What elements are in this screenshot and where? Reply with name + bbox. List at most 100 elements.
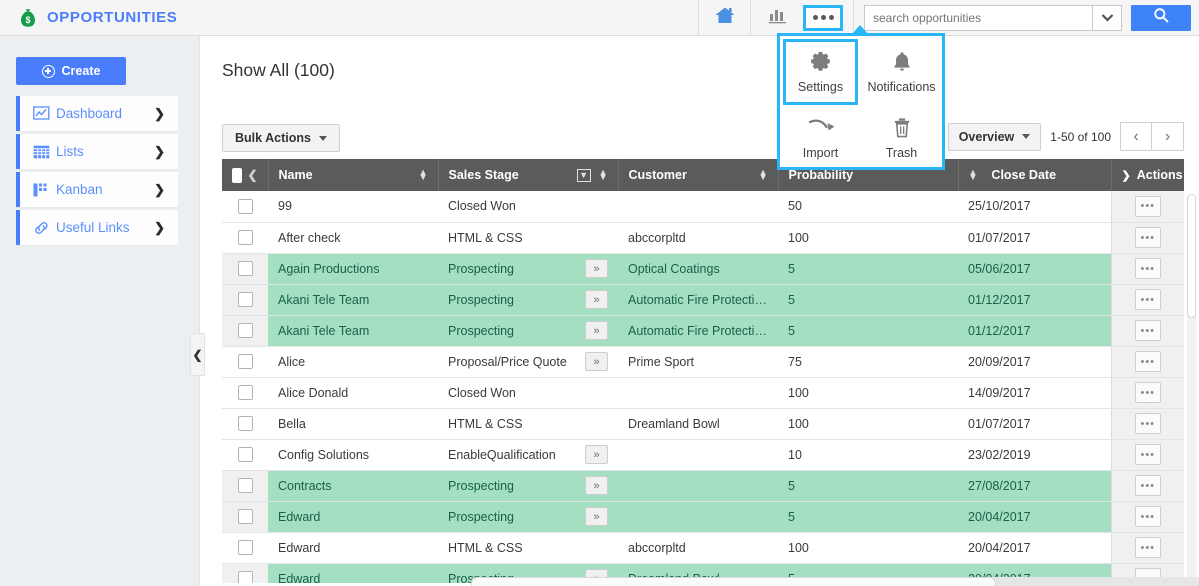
table-row[interactable]: Bella HTML & CSS Dreamland Bowl 100 01/07/20… [222, 408, 1184, 440]
more-menu-button[interactable] [803, 4, 843, 31]
cell-actions[interactable]: ••• [1110, 377, 1184, 409]
cell-customer[interactable]: abccorpltd [618, 222, 778, 254]
cell-customer[interactable] [618, 501, 778, 533]
row-action-ellipsis-icon[interactable]: ••• [1134, 382, 1161, 403]
filter-icon[interactable]: ▼ [576, 168, 591, 182]
sort-arrows-icon[interactable]: ▲ ▼ [969, 168, 978, 182]
sidebar-item-kanban[interactable]: Kanban ❯ [16, 172, 178, 208]
menu-item-import[interactable]: Import [780, 108, 861, 168]
row-select-cell[interactable] [222, 377, 268, 409]
cell-actions[interactable]: ••• [1110, 439, 1184, 471]
table-row[interactable]: Edward HTML & CSS abccorpltd 100 20/04/2017 •… [222, 532, 1184, 564]
search-input[interactable] [864, 4, 1092, 31]
row-checkbox[interactable] [237, 478, 253, 494]
row-checkbox[interactable] [237, 385, 253, 401]
table-row[interactable]: Edward Prospecting » 5 20/04/2017 ••• [222, 501, 1184, 533]
horizontal-scrollbar[interactable] [471, 577, 1199, 586]
cell-name[interactable]: 99 [268, 191, 438, 223]
cell-actions[interactable]: ••• [1110, 222, 1184, 254]
cell-name[interactable]: Akani Tele Team [268, 284, 438, 316]
cell-customer[interactable]: abccorpltd [618, 532, 778, 564]
cell-actions[interactable]: ••• [1110, 408, 1184, 440]
cell-customer[interactable] [618, 470, 778, 502]
row-checkbox[interactable] [237, 323, 253, 339]
cell-name[interactable]: Edward [268, 501, 438, 533]
row-action-ellipsis-icon[interactable]: ••• [1134, 351, 1161, 372]
sort-arrows-icon[interactable]: ▲ ▼ [759, 168, 768, 182]
cell-customer[interactable] [618, 191, 778, 223]
cell-customer[interactable] [618, 377, 778, 409]
row-select-cell[interactable] [222, 563, 268, 583]
sort-arrows-icon[interactable]: ▲ ▼ [419, 168, 428, 182]
row-select-cell[interactable] [222, 191, 268, 223]
next-page-button[interactable]: › [1152, 122, 1184, 151]
row-select-cell[interactable] [222, 501, 268, 533]
cell-customer[interactable]: Prime Sport [618, 346, 778, 378]
vertical-scrollbar-thumb[interactable] [1187, 194, 1196, 318]
select-all-header[interactable]: ❮ [222, 159, 269, 191]
sidebar-item-lists[interactable]: Lists ❯ [16, 134, 178, 170]
cell-actions[interactable]: ••• [1110, 532, 1184, 564]
prev-page-button[interactable]: ‹ [1120, 122, 1152, 151]
column-header-close-date[interactable]: ▲ ▼ Close Date [958, 159, 1112, 191]
cell-name[interactable]: Again Productions [268, 253, 438, 285]
row-select-cell[interactable] [222, 408, 268, 440]
row-checkbox[interactable] [237, 540, 253, 556]
cell-name[interactable]: Edward [268, 532, 438, 564]
double-chevron-right-icon[interactable]: » [585, 445, 608, 464]
home-button[interactable] [698, 0, 750, 36]
select-all-checkbox[interactable] [232, 167, 243, 183]
row-checkbox[interactable] [237, 292, 253, 308]
row-checkbox[interactable] [237, 416, 253, 432]
column-header-customer[interactable]: Customer ▲ ▼ [618, 159, 779, 191]
cell-name[interactable]: Config Solutions [268, 439, 438, 471]
records-table-container[interactable]: ❮ Name ▲ ▼ Sales Stage ▼ ▲ ▼ Customer ▲ … [222, 159, 1184, 583]
cell-actions[interactable]: ••• [1110, 253, 1184, 285]
row-checkbox[interactable] [237, 230, 253, 246]
row-select-cell[interactable] [222, 532, 268, 564]
menu-item-notifications[interactable]: Notifications [861, 36, 942, 108]
row-checkbox[interactable] [237, 509, 253, 525]
row-checkbox[interactable] [237, 198, 253, 214]
row-select-cell[interactable] [222, 346, 268, 378]
double-chevron-right-icon[interactable]: » [585, 321, 608, 340]
cell-customer[interactable]: Dreamland Bowl [618, 408, 778, 440]
row-checkbox[interactable] [237, 571, 253, 583]
menu-item-trash[interactable]: Trash [861, 108, 942, 168]
table-row[interactable]: Alice Donald Closed Won 100 14/09/2017 ••• [222, 377, 1184, 409]
row-select-cell[interactable] [222, 470, 268, 502]
sidebar-item-useful-links[interactable]: Useful Links ❯ [16, 210, 178, 246]
row-action-ellipsis-icon[interactable]: ••• [1134, 444, 1161, 465]
sidebar-item-dashboard[interactable]: Dashboard ❯ [16, 96, 178, 132]
cell-customer[interactable] [618, 439, 778, 471]
bar-chart-button[interactable] [761, 6, 795, 30]
horizontal-scrollbar-thumb[interactable] [471, 577, 996, 586]
row-action-ellipsis-icon[interactable]: ••• [1134, 320, 1161, 341]
cell-actions[interactable]: ••• [1110, 191, 1184, 223]
row-action-ellipsis-icon[interactable]: ••• [1134, 413, 1161, 434]
chevron-left-icon[interactable]: ❮ [247, 168, 257, 182]
column-header-actions[interactable]: ❯ Actions [1111, 159, 1184, 191]
row-checkbox[interactable] [237, 354, 253, 370]
row-action-ellipsis-icon[interactable]: ••• [1134, 506, 1161, 527]
cell-name[interactable]: After check [268, 222, 438, 254]
cell-name[interactable]: Edward [268, 563, 438, 583]
row-select-cell[interactable] [222, 222, 268, 254]
table-row[interactable]: Again Productions Prospecting » Optical Coa… [222, 253, 1184, 285]
cell-actions[interactable]: ••• [1110, 346, 1184, 378]
table-row[interactable]: Config Solutions EnableQualification » 10 23… [222, 439, 1184, 471]
bulk-actions-button[interactable]: Bulk Actions [222, 124, 340, 152]
double-chevron-right-icon[interactable]: » [585, 290, 608, 309]
row-action-ellipsis-icon[interactable]: ••• [1134, 227, 1161, 248]
cell-name[interactable]: Alice [268, 346, 438, 378]
row-select-cell[interactable] [222, 439, 268, 471]
table-row[interactable]: Contracts Prospecting » 5 27/08/2017 ••• [222, 470, 1184, 502]
sort-arrows-icon[interactable]: ▲ ▼ [599, 168, 608, 182]
double-chevron-right-icon[interactable]: » [585, 476, 608, 495]
row-action-ellipsis-icon[interactable]: ••• [1134, 258, 1161, 279]
menu-item-settings[interactable]: Settings [783, 39, 858, 105]
search-scope-dropdown[interactable] [1092, 4, 1122, 31]
column-header-name[interactable]: Name ▲ ▼ [268, 159, 439, 191]
row-action-ellipsis-icon[interactable]: ••• [1134, 537, 1161, 558]
search-submit-button[interactable] [1131, 4, 1191, 31]
